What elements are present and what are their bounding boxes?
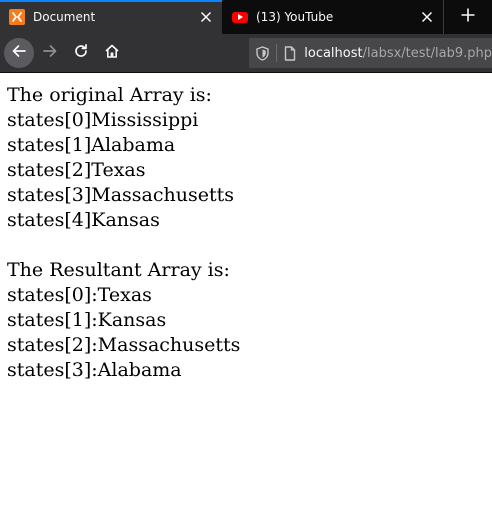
resultant-array-heading: The Resultant Array is: (7, 259, 230, 281)
line-break (7, 233, 492, 258)
original-array-item: states[3]Massachusetts (7, 184, 234, 206)
tab-document[interactable]: Document (0, 0, 222, 34)
reload-button[interactable] (66, 38, 96, 68)
tab-youtube[interactable]: (13) YouTube (222, 0, 443, 34)
resultant-array-item: states[0]:Texas (7, 284, 152, 306)
arrow-left-icon (11, 43, 27, 64)
browser-window: Document (13) YouTube localhost/labsx/te… (0, 0, 492, 509)
page-content: The original Array is: states[0]Mississi… (0, 73, 492, 383)
original-array-item: states[1]Alabama (7, 134, 176, 156)
youtube-icon (232, 11, 248, 23)
original-array-heading: The original Array is: (7, 84, 212, 106)
url-text[interactable]: localhost/labsx/test/lab9.php (304, 46, 492, 61)
page-icon[interactable] (284, 45, 296, 61)
tab-title: Document (33, 10, 96, 24)
home-button[interactable] (97, 38, 127, 68)
close-icon[interactable] (198, 9, 214, 25)
original-array-item: states[2]Texas (7, 159, 146, 181)
resultant-array-item: states[3]:Alabama (7, 359, 182, 381)
url-path: /labsx/test/lab9.php (362, 45, 492, 61)
tab-strip: Document (13) YouTube (0, 0, 492, 34)
reload-icon (73, 43, 89, 64)
tab-title: (13) YouTube (256, 10, 334, 24)
new-tab-button[interactable] (443, 0, 492, 34)
back-button[interactable] (4, 38, 34, 68)
home-icon (104, 43, 120, 64)
url-host: localhost (304, 45, 363, 61)
xampp-icon (9, 9, 25, 25)
forward-button[interactable] (35, 38, 65, 68)
close-icon[interactable] (419, 9, 435, 25)
url-divider (276, 44, 277, 62)
resultant-array-item: states[1]:Kansas (7, 309, 167, 331)
original-array-item: states[0]Mississippi (7, 109, 199, 131)
resultant-array-item: states[2]:Massachusetts (7, 334, 241, 356)
arrow-right-icon (42, 43, 58, 64)
plus-icon (461, 8, 475, 27)
shield-icon[interactable] (256, 45, 269, 61)
address-bar[interactable]: localhost/labsx/test/lab9.php (249, 38, 492, 68)
original-array-item: states[4]Kansas (7, 209, 160, 231)
